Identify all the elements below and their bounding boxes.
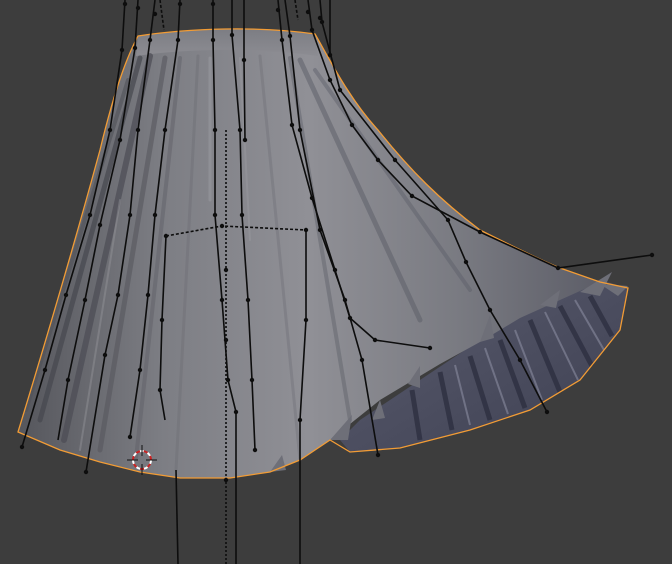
bone-link[interactable]	[159, 0, 165, 31]
3d-viewport[interactable]	[0, 0, 672, 564]
viewport-canvas[interactable]	[0, 0, 672, 564]
bone-link[interactable]	[175, 469, 179, 564]
bone-chain[interactable]	[243, 0, 246, 141]
bone-link[interactable]	[294, 0, 299, 21]
skirt-mesh[interactable]	[17, 28, 629, 479]
